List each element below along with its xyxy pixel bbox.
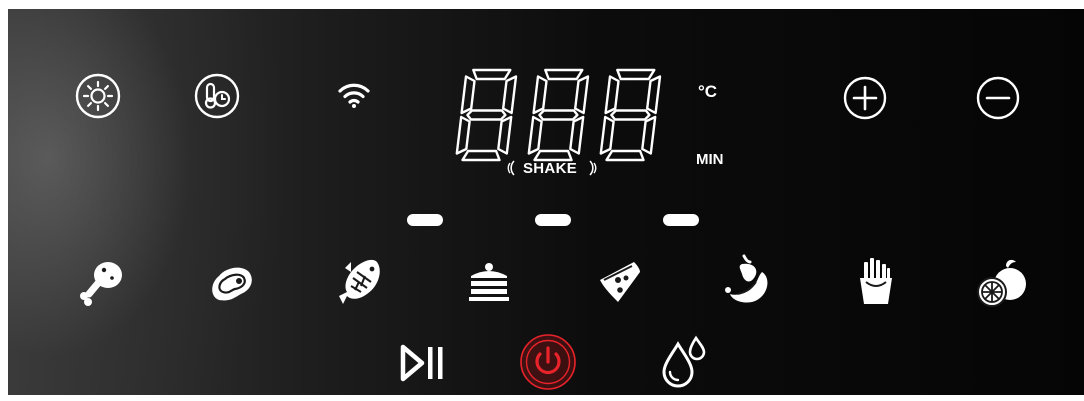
preset-sausage-button[interactable] [724,254,772,308]
progress-dash-2 [535,214,571,226]
light-button[interactable] [74,72,122,120]
digit-2-segment-f [532,75,548,115]
fish-icon [339,259,380,304]
preset-fish-button[interactable] [337,256,385,308]
cake-icon [469,263,509,301]
power-icon [520,334,576,390]
digit-1-segment-f [460,75,476,115]
digit-3-segment-c [641,115,657,155]
digit-2-segment-b [573,75,590,115]
digit-2-segment-e [527,115,543,155]
digit-1-segment-d [461,149,501,162]
progress-dash-1 [407,214,443,226]
dehydrate-icon [662,335,706,388]
minutes-unit-label: MIN [696,151,724,168]
play-pause-button[interactable] [400,344,446,382]
chicken-drumstick-icon [80,262,122,306]
digit-1-segment-a [472,68,512,81]
digit-display [452,66,662,168]
celsius-unit-label: °C [698,82,718,101]
plus-button[interactable] [842,75,888,121]
seven-segment-digits [455,68,662,162]
dehydrate-button[interactable] [660,335,708,388]
wifi-icon [338,83,370,108]
digit-3-segment-b [645,75,662,115]
sausage-icon [725,254,768,303]
progress-dash-3 [663,214,699,226]
digit-3-segment-e [599,115,615,155]
digit-3-segment-a [616,68,656,81]
wifi-indicator [337,80,371,110]
digit-3-segment-f [604,75,620,115]
temperature-timer-button[interactable] [193,72,241,120]
digit-1-segment-c [497,115,513,155]
shake-label: SHAKE [523,160,578,177]
play-pause-icon [400,344,443,382]
preset-fruit-button[interactable] [976,258,1030,310]
pizza-icon [600,262,640,302]
temperature-timer-icon [194,73,240,119]
preset-pizza-button[interactable] [596,258,644,306]
preset-steak-button[interactable] [207,262,257,304]
preset-chicken-button[interactable] [78,258,126,308]
digit-2-segment-g [538,109,579,121]
preset-cake-button[interactable] [465,262,513,302]
digit-2-segment-a [544,68,584,81]
french-fries-icon [860,258,892,304]
digit-1-segment-g [466,109,507,121]
minus-button[interactable] [975,75,1021,121]
light-icon [75,73,121,119]
preset-fries-button[interactable] [856,256,896,306]
digit-3-segment-g [610,109,651,121]
minus-icon [976,76,1020,120]
power-button[interactable] [520,334,576,390]
steak-icon [212,267,252,301]
digit-3-segment-d [605,149,645,162]
digit-1-segment-b [502,75,518,115]
digit-2-segment-c [569,115,585,155]
plus-icon [843,76,887,120]
fruit-icon [977,259,1026,307]
digit-1-segment-e [455,115,471,155]
